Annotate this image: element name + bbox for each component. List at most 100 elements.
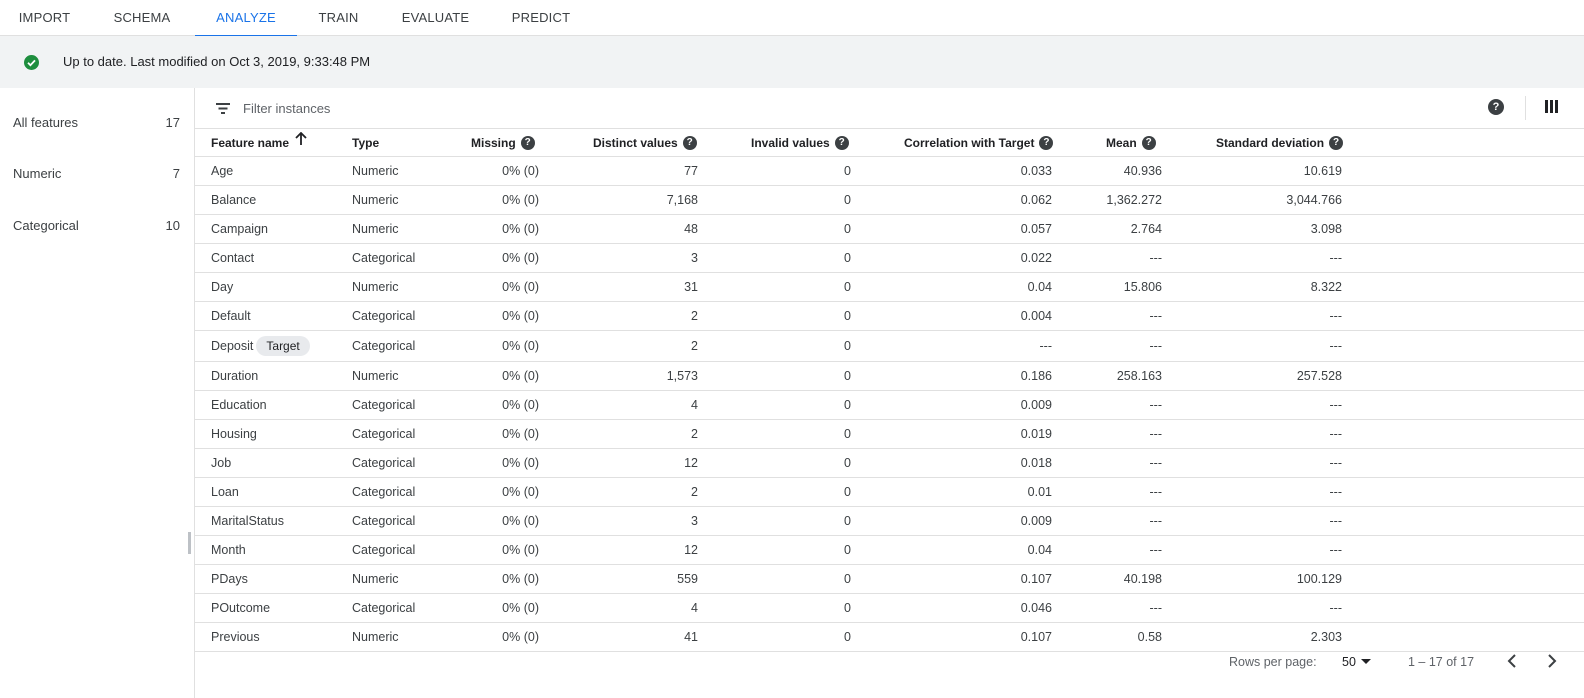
cell-type-text: Numeric	[352, 193, 399, 207]
table-row[interactable]: Age Numeric 0% (0) 77 0 0.033 40.936 10.619	[195, 157, 1584, 186]
cell-missing: 0% (0)	[502, 157, 539, 185]
tab-schema[interactable]: SCHEMA	[89, 0, 195, 36]
filter-icon[interactable]	[215, 101, 231, 115]
cell-standard-deviation-text: 10.619	[1303, 164, 1342, 178]
cell-distinct-values-text: 1,573	[666, 369, 698, 383]
help-icon[interactable]: ?	[1141, 135, 1156, 150]
cell-standard-deviation-text: ---	[1329, 398, 1343, 412]
tab-train[interactable]: TRAIN	[297, 0, 380, 36]
sidebar-item-numeric[interactable]: Numeric 7	[0, 152, 194, 196]
table-row[interactable]: Duration Numeric 0% (0) 1,573 0 0.186 258.163 2…	[195, 362, 1584, 391]
cell-standard-deviation-text: ---	[1329, 485, 1343, 499]
cell-standard-deviation: ---	[1330, 478, 1343, 506]
table-row[interactable]: Day Numeric 0% (0) 31 0 0.04 15.806 8.322	[195, 273, 1584, 302]
tab-analyze[interactable]: ANALYZE	[195, 0, 297, 37]
table-row[interactable]: Job Categorical 0% (0) 12 0 0.018 --- ---	[195, 449, 1584, 478]
cell-distinct-values-text: 31	[684, 280, 698, 294]
cell-invalid-values: 0	[844, 478, 851, 506]
cell-correlation: 0.01	[1028, 478, 1052, 506]
table-row[interactable]: Deposit Target Categorical 0% (0) 2 0 --- --- --…	[195, 331, 1584, 362]
cell-feature-name-text: Day	[211, 280, 234, 294]
help-icon[interactable]: ?	[520, 135, 535, 150]
cell-standard-deviation-text: 257.528	[1296, 369, 1342, 383]
cell-standard-deviation-text: ---	[1329, 427, 1343, 441]
feature-type-sidebar: All features 17 Numeric 7 Categorical 10	[0, 88, 195, 698]
cell-mean-text: ---	[1149, 543, 1163, 557]
cell-mean: ---	[1150, 391, 1163, 419]
cell-feature-name-text: Age	[211, 164, 234, 178]
filter-instances-input[interactable]	[243, 98, 743, 118]
header-distinct-values[interactable]: Distinct values?	[593, 129, 697, 157]
cell-feature-name-text: Month	[211, 543, 246, 557]
cell-missing: 0% (0)	[502, 449, 539, 477]
cell-feature-name: Default	[211, 302, 251, 330]
table-row[interactable]: Campaign Numeric 0% (0) 48 0 0.057 2.764 3.098	[195, 215, 1584, 244]
cell-type-text: Numeric	[352, 280, 399, 294]
table-row[interactable]: POutcome Categorical 0% (0) 4 0 0.046 --- ---	[195, 594, 1584, 623]
table-row[interactable]: Balance Numeric 0% (0) 7,168 0 0.062 1,362.272…	[195, 186, 1584, 215]
sidebar-item-all-features[interactable]: All features 17	[0, 101, 194, 145]
help-icon[interactable]: ?	[1488, 99, 1504, 115]
table-row[interactable]: MaritalStatus Categorical 0% (0) 3 0 0.009 ---…	[195, 507, 1584, 536]
cell-distinct-values: 4	[691, 391, 698, 419]
status-text: Up to date. Last modified on Oct 3, 2019…	[63, 54, 371, 69]
cell-invalid-values-text: 0	[844, 339, 851, 353]
cell-mean: ---	[1150, 594, 1163, 622]
table-row[interactable]: Loan Categorical 0% (0) 2 0 0.01 --- ---	[195, 478, 1584, 507]
cell-mean: ---	[1150, 244, 1163, 272]
cell-invalid-values: 0	[844, 302, 851, 330]
header-missing[interactable]: Missing?	[471, 129, 535, 157]
header-feature-name[interactable]: Feature name	[211, 129, 307, 157]
cell-invalid-values: 0	[844, 362, 851, 390]
cell-feature-name: MaritalStatus	[211, 507, 284, 535]
help-icon[interactable]: ?	[1039, 135, 1054, 150]
cell-distinct-values-text: 48	[684, 222, 698, 236]
tab-evaluate[interactable]: EVALUATE	[380, 0, 491, 36]
header-type[interactable]: Type	[352, 129, 379, 157]
tab-predict[interactable]: PREDICT	[491, 0, 591, 36]
cell-correlation: 0.04	[1028, 536, 1052, 564]
cell-correlation: 0.019	[1021, 420, 1052, 448]
header-invalid-values[interactable]: Invalid values?	[751, 129, 849, 157]
dropdown-arrow-icon	[1360, 659, 1371, 665]
cell-standard-deviation: ---	[1330, 449, 1343, 477]
header-correlation[interactable]: Correlation with Target?	[904, 129, 1054, 157]
cell-feature-name: Month	[211, 536, 246, 564]
cell-correlation-text: 0.022	[1020, 251, 1052, 265]
pagination-range: 1 – 17 of 17	[1408, 655, 1475, 669]
sidebar-item-categorical[interactable]: Categorical 10	[0, 204, 194, 248]
rows-per-page-select[interactable]: 50	[1342, 655, 1371, 669]
cell-invalid-values-text: 0	[844, 456, 851, 470]
help-icon[interactable]: ?	[682, 135, 697, 150]
cell-feature-name-text: Balance	[211, 193, 257, 207]
cell-feature-name-text: Loan	[211, 485, 239, 499]
table-row[interactable]: Month Categorical 0% (0) 12 0 0.04 --- ---	[195, 536, 1584, 565]
table-row[interactable]: Contact Categorical 0% (0) 3 0 0.022 --- ---	[195, 244, 1584, 273]
help-icon[interactable]: ?	[834, 135, 849, 150]
sidebar-resize-handle[interactable]	[188, 532, 191, 554]
table-row[interactable]: PDays Numeric 0% (0) 559 0 0.107 40.198 100.129	[195, 565, 1584, 594]
cell-distinct-values: 12	[684, 536, 698, 564]
next-page-icon[interactable]	[1545, 653, 1559, 669]
table-row[interactable]: Housing Categorical 0% (0) 2 0 0.019 --- ---	[195, 420, 1584, 449]
sidebar-item-label: All features	[13, 115, 79, 130]
table-row[interactable]: Education Categorical 0% (0) 4 0 0.009 --- ---	[195, 391, 1584, 420]
cell-missing: 0% (0)	[502, 186, 539, 214]
cell-missing: 0% (0)	[502, 565, 539, 593]
previous-page-icon[interactable]	[1505, 653, 1519, 669]
cell-type: Numeric	[352, 186, 399, 214]
cell-correlation-text: 0.107	[1020, 630, 1052, 644]
header-standard-deviation[interactable]: Standard deviation?	[1216, 129, 1344, 157]
cell-mean: ---	[1150, 536, 1163, 564]
cell-missing-text: 0% (0)	[502, 193, 539, 207]
columns-icon[interactable]	[1545, 100, 1559, 114]
header-mean[interactable]: Mean?	[1106, 129, 1156, 157]
table-row[interactable]: Default Categorical 0% (0) 2 0 0.004 --- ---	[195, 302, 1584, 331]
cell-type: Categorical	[352, 507, 415, 535]
cell-invalid-values-text: 0	[844, 485, 851, 499]
help-icon[interactable]: ?	[1329, 135, 1344, 150]
sort-ascending-icon[interactable]	[295, 128, 307, 156]
tab-import[interactable]: IMPORT	[0, 0, 89, 36]
cell-invalid-values: 0	[844, 420, 851, 448]
cell-distinct-values: 7,168	[667, 186, 698, 214]
